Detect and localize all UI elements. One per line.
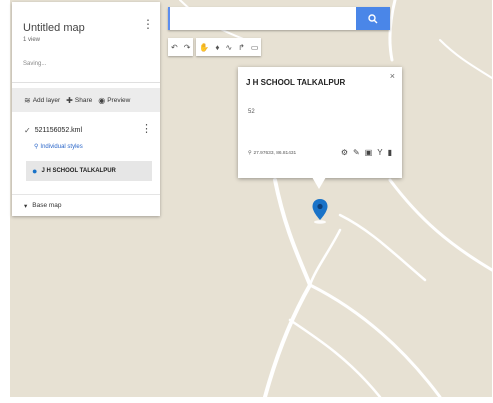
history-tools: ↶ ↷ bbox=[168, 38, 194, 56]
ruler-icon[interactable]: ▭ bbox=[248, 43, 262, 52]
share-label: Share bbox=[74, 96, 93, 104]
place-marker-icon: ● bbox=[32, 166, 38, 176]
info-window-pointer bbox=[312, 177, 326, 189]
panel-toolbar: ≋ Add layer ✚ Share ◉ Preview bbox=[12, 88, 160, 112]
place-list-item[interactable]: ● J H SCHOOL TALKALPUR bbox=[26, 161, 152, 181]
add-layer-icon: ≋ bbox=[24, 95, 31, 105]
undo-icon[interactable]: ↶ bbox=[168, 43, 181, 52]
directions-icon[interactable]: ↱ bbox=[235, 43, 248, 52]
camera-icon[interactable]: ▣ bbox=[365, 148, 373, 157]
layer-name[interactable]: 521156052.kml bbox=[35, 127, 82, 134]
preview-icon: ◉ bbox=[98, 95, 106, 105]
layer-options-icon[interactable]: ⋮ bbox=[141, 122, 152, 135]
preview-label: Preview bbox=[107, 96, 131, 104]
coordinates: ⚲ 27.97633, 86.81431 bbox=[248, 151, 296, 156]
map-title[interactable]: Untitled map bbox=[23, 22, 85, 34]
map-toolbar: ↶ ↷ ✋ ♦ ∿ ↱ ▭ bbox=[168, 38, 262, 56]
search-input[interactable] bbox=[168, 7, 356, 30]
preview-button[interactable]: ◉ Preview bbox=[98, 96, 130, 105]
delete-icon[interactable]: ▮ bbox=[388, 148, 392, 157]
share-button[interactable]: ✚ Share bbox=[66, 96, 92, 105]
marker-icon[interactable]: ♦ bbox=[212, 43, 222, 52]
add-layer-label: Add layer bbox=[32, 96, 61, 104]
drawing-tools: ✋ ♦ ∿ ↱ ▭ bbox=[196, 38, 262, 56]
map-views: 1 view bbox=[23, 37, 41, 43]
layer-row[interactable]: ✓ 521156052.kml bbox=[24, 126, 82, 135]
search-box bbox=[168, 7, 390, 30]
individual-styles-link[interactable]: ⚲ Individual styles bbox=[34, 143, 83, 151]
share-icon: ✚ bbox=[66, 95, 73, 105]
filter-icon[interactable]: Y bbox=[377, 148, 382, 157]
more-options-icon[interactable]: ⋮ bbox=[142, 18, 154, 30]
edit-icon[interactable]: ✎ bbox=[353, 148, 360, 157]
search-icon bbox=[368, 13, 378, 23]
base-map-toggle[interactable]: ▾ Base map bbox=[12, 194, 160, 216]
panel-header: Untitled map 1 view Saving... ⋮ bbox=[12, 2, 160, 83]
search-button[interactable] bbox=[356, 7, 390, 30]
layers-panel: Untitled map 1 view Saving... ⋮ ≋ Add la… bbox=[12, 2, 160, 216]
location-pin-icon: ⚲ bbox=[248, 151, 252, 156]
style-icon[interactable]: ⚙ bbox=[341, 148, 348, 157]
base-map-label: Base map bbox=[32, 202, 62, 209]
info-actions: ⚙ ✎ ▣ Y ▮ bbox=[341, 148, 392, 157]
map-marker-icon[interactable] bbox=[311, 198, 329, 224]
add-layer-button[interactable]: ≋ Add layer bbox=[24, 96, 60, 105]
style-link-label: Individual styles bbox=[40, 143, 83, 150]
redo-icon[interactable]: ↷ bbox=[181, 43, 194, 52]
layer-checkbox-icon[interactable]: ✓ bbox=[24, 126, 31, 135]
info-description: 52 bbox=[248, 109, 255, 115]
line-icon[interactable]: ∿ bbox=[222, 43, 235, 52]
info-window: J H SCHOOL TALKALPUR × 52 ⚲ 27.97633, 86… bbox=[238, 67, 402, 178]
paint-bucket-icon: ⚲ bbox=[34, 144, 39, 150]
expand-arrow-icon: ▾ bbox=[24, 202, 28, 210]
coordinates-value: 27.97633, 86.81431 bbox=[253, 151, 297, 156]
page-bottom-margin bbox=[0, 397, 493, 403]
saving-status: Saving... bbox=[23, 61, 47, 67]
info-title: J H SCHOOL TALKALPUR bbox=[246, 78, 346, 87]
close-icon[interactable]: × bbox=[390, 71, 395, 81]
place-name: J H SCHOOL TALKALPUR bbox=[41, 168, 116, 174]
hand-icon[interactable]: ✋ bbox=[196, 43, 212, 52]
